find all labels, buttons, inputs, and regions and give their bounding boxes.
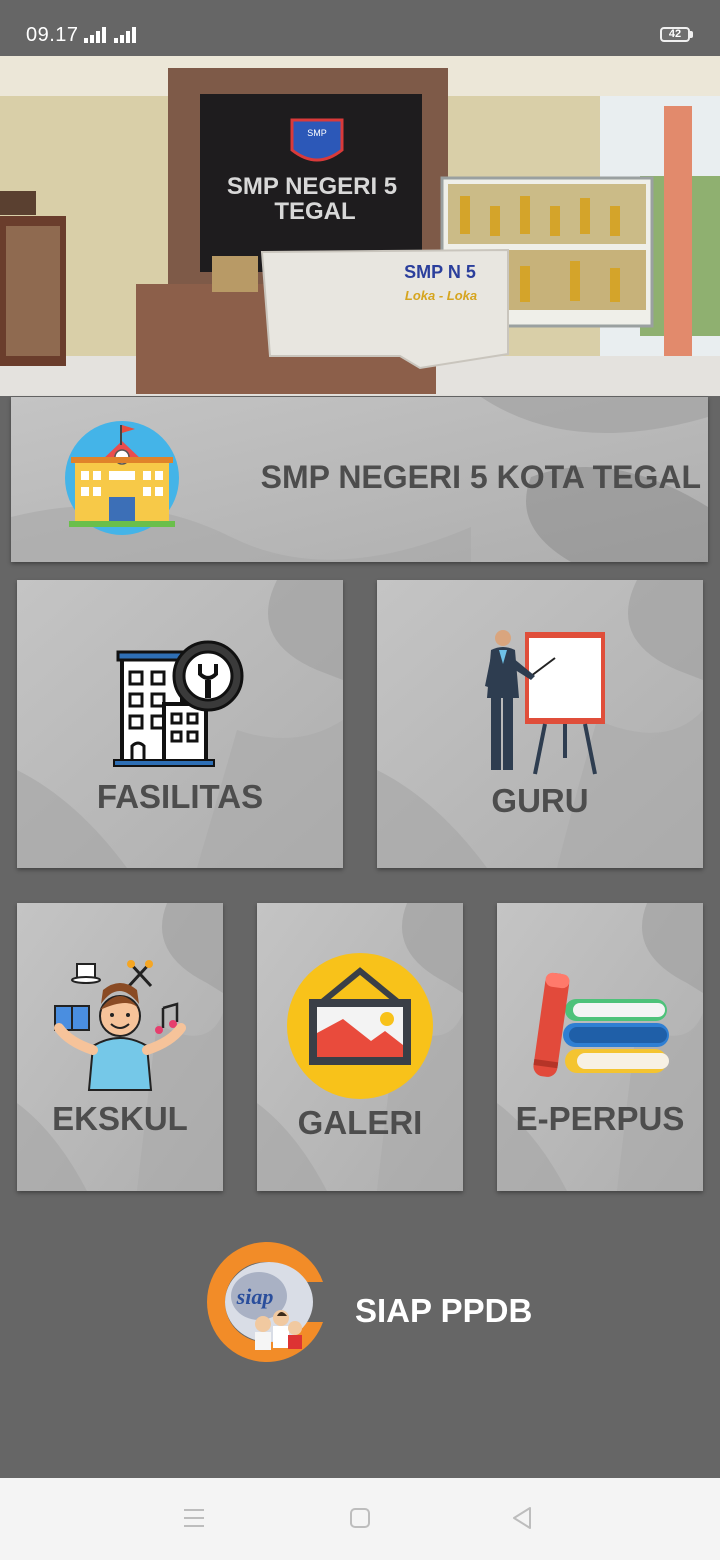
home-nav-icon[interactable] [348, 1504, 372, 1532]
school-building-icon [65, 421, 179, 535]
hero-photo: SMP SMP NEGERI 5 TEGAL SMP N 5 Loka - Lo… [0, 56, 720, 396]
status-time: 09.17 [26, 24, 79, 46]
desk-line2: Loka - Loka [405, 288, 477, 303]
galeri-card[interactable]: GALERI [257, 903, 463, 1191]
battery-tip [690, 31, 693, 38]
signal-icon [84, 27, 106, 43]
books-icon [533, 972, 669, 1077]
ekskul-card[interactable]: EKSKUL [17, 903, 223, 1191]
menu-nav-icon[interactable] [182, 1504, 206, 1532]
guru-card[interactable]: GURU [377, 580, 703, 868]
fasilitas-card[interactable]: FASILITAS [17, 580, 343, 868]
desk-line1: SMP N 5 [404, 262, 476, 282]
svg-text:siap: siap [236, 1284, 274, 1309]
back-nav-icon[interactable] [510, 1504, 534, 1532]
ppdb-label[interactable]: SIAP PPDB [355, 1292, 532, 1330]
battery-level: 42 [668, 28, 682, 40]
school-title: SMP NEGERI 5 KOTA TEGAL [260, 459, 701, 495]
siap-ppdb-logo[interactable]: siap [203, 1238, 327, 1366]
building-gear-icon [113, 640, 244, 767]
teacher-board-icon [485, 630, 605, 775]
signal-2-icon [114, 27, 136, 43]
galeri-label: GALERI [297, 1104, 423, 1141]
sign-line2: TEGAL [274, 198, 355, 225]
fasilitas-label: FASILITAS [96, 778, 264, 815]
school-card[interactable]: SMP NEGERI 5 KOTA TEGAL [11, 397, 708, 562]
eperpus-card[interactable]: E-PERPUS [497, 903, 703, 1191]
navigation-bar [0, 1478, 720, 1560]
svg-text:SMP: SMP [307, 128, 327, 138]
student-hobbies-icon [54, 960, 186, 1091]
battery-icon: 42 [660, 27, 690, 42]
eperpus-label: E-PERPUS [515, 1100, 685, 1137]
school-emblem [290, 118, 344, 162]
sign-line1: SMP NEGERI 5 [227, 173, 397, 200]
status-bar: 09.17 42 [0, 0, 720, 56]
ekskul-label: EKSKUL [52, 1100, 188, 1137]
picture-frame-icon [287, 953, 433, 1099]
guru-label: GURU [491, 782, 589, 819]
